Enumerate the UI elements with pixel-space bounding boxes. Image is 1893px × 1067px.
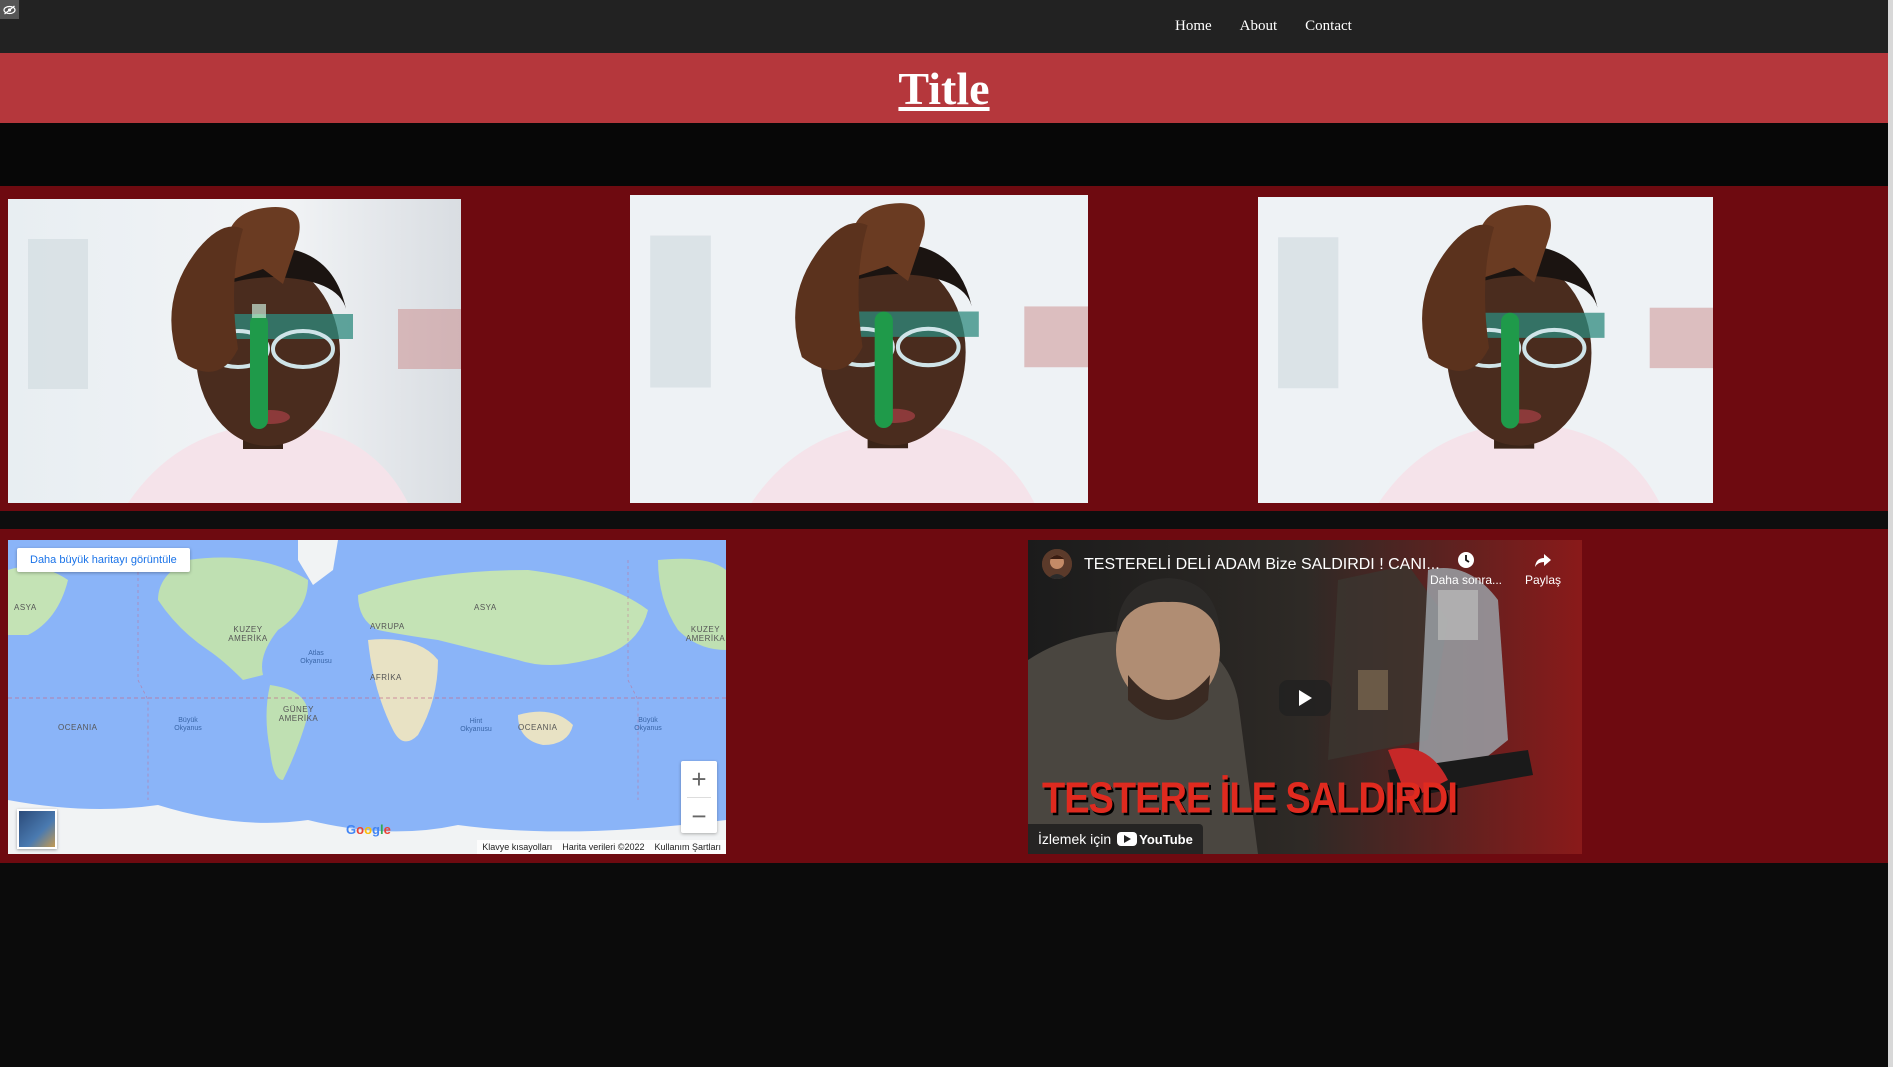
terms-link[interactable]: Kullanım Şartları (649, 842, 726, 852)
play-icon (1299, 690, 1312, 706)
gallery-image-3 (1258, 197, 1713, 503)
zoom-out-button[interactable]: − (681, 798, 717, 834)
page-title: Title (898, 62, 990, 114)
watch-later-button[interactable]: Daha sonra... (1426, 550, 1506, 587)
share-label: Paylaş (1524, 573, 1562, 587)
scientist-photo (8, 199, 461, 503)
spacer-band (0, 123, 1888, 186)
image-gallery (0, 186, 1888, 511)
navbar: Home About Contact (0, 0, 1888, 53)
ocean-label: Büyük Okyanus (174, 717, 202, 732)
watch-later-label: Daha sonra... (1429, 573, 1503, 587)
eye-toggle-icon[interactable] (0, 0, 19, 19)
page-bottom (0, 863, 1888, 1067)
nav-links: Home About Contact (1175, 0, 1380, 53)
thumbnail-overlay-text: TESTERE İLE SALDIRDI (1042, 774, 1458, 824)
continent-label: ASYA (474, 603, 497, 612)
youtube-logo-link[interactable]: YouTube (1117, 832, 1193, 847)
view-larger-map-button[interactable]: Daha büyük haritayı görüntüle (17, 548, 190, 572)
share-button[interactable]: Paylaş (1518, 550, 1568, 587)
map-data-text: Harita verileri ©2022 (562, 842, 645, 852)
youtube-video-embed[interactable]: TESTERELİ DELİ ADAM Bize SALDIRDI ! CANI… (1028, 540, 1582, 854)
play-button[interactable] (1279, 680, 1331, 716)
scientist-photo (1258, 197, 1713, 503)
gallery-image-1 (8, 199, 461, 503)
gallery-image-2 (630, 195, 1088, 503)
youtube-wordmark: YouTube (1139, 831, 1193, 847)
share-icon (1535, 554, 1551, 567)
nav-link-contact[interactable]: Contact (1305, 18, 1352, 35)
continent-label: GÜNEY AMERİKA (278, 705, 319, 723)
video-title[interactable]: TESTERELİ DELİ ADAM Bize SALDIRDI ! CANI… (1084, 556, 1440, 574)
nav-link-about[interactable]: About (1240, 18, 1278, 35)
watch-on-youtube-bar[interactable]: İzlemek için YouTube (1028, 824, 1203, 854)
section-divider (0, 511, 1888, 529)
continent-label: OCEANIA (58, 723, 98, 732)
page-header: Title (0, 53, 1888, 123)
embeds-section: ASYA KUZEY AMERİKA AVRUPA ASYA KUZEY AME… (0, 529, 1888, 863)
continent-label: ASYA (14, 603, 37, 612)
page-scrollbar[interactable] (1888, 0, 1893, 1067)
continent-label: KUZEY AMERİKA (228, 625, 268, 643)
watch-on-label: İzlemek için (1038, 831, 1112, 847)
google-map-embed[interactable]: ASYA KUZEY AMERİKA AVRUPA ASYA KUZEY AME… (8, 540, 726, 854)
ocean-label: Atlas Okyanusu (300, 650, 332, 665)
continent-label: AFRİKA (370, 673, 402, 682)
keyboard-shortcuts-link[interactable]: Klavye kısayolları (477, 842, 557, 852)
satellite-layer-toggle[interactable] (17, 809, 57, 849)
nav-link-home[interactable]: Home (1175, 18, 1212, 35)
map-footer: Klavye kısayolları Harita verileri ©2022… (477, 840, 726, 854)
clock-icon (1458, 552, 1474, 568)
ocean-label: Büyük Okyanus (634, 717, 662, 732)
continent-label: OCEANIA (518, 723, 558, 732)
ocean-label: Hint Okyanusu (460, 718, 492, 733)
continent-label: KUZEY AMERİKA (685, 625, 726, 643)
google-logo: Google (346, 822, 391, 837)
zoom-control: + − (681, 761, 717, 833)
zoom-in-button[interactable]: + (681, 761, 717, 797)
continent-label: AVRUPA (370, 622, 405, 631)
youtube-play-icon (1117, 832, 1138, 846)
world-map[interactable] (8, 540, 726, 854)
channel-avatar[interactable] (1042, 549, 1072, 579)
scientist-photo (630, 195, 1088, 503)
